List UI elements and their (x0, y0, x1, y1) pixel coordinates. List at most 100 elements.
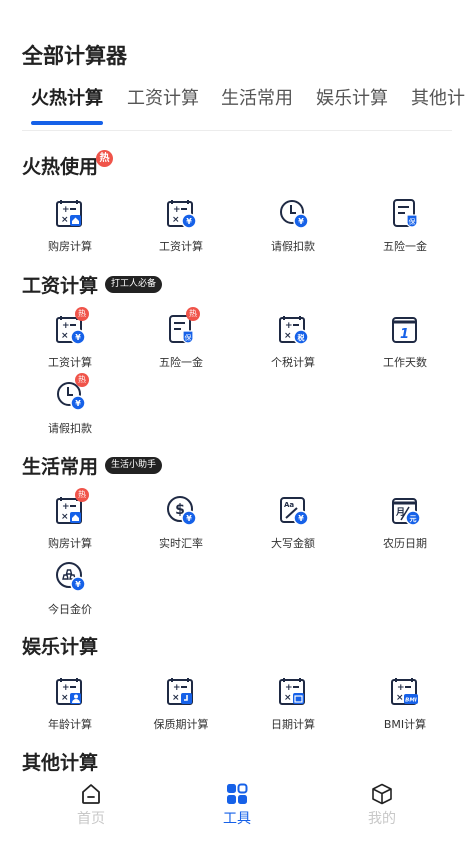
nav-mine[interactable]: 我的 (332, 782, 432, 828)
tool-item[interactable]: + × 热购房计算 (20, 488, 120, 558)
tab-entertainment[interactable]: 娱乐计算 (316, 84, 388, 110)
age-calculator-icon: +× (56, 678, 82, 705)
tool-item[interactable]: + × 购房计算 (20, 197, 120, 261)
nav-mine-label: 我的 (368, 811, 396, 827)
home-icon (82, 784, 100, 804)
insurance-doc-icon: 保 (393, 199, 418, 228)
svg-text:+: + (285, 321, 293, 331)
section-tag-badge: 打工人必备 (105, 276, 163, 293)
tool-item[interactable]: 保 热五险一金 (131, 307, 231, 377)
svg-text:元: 元 (410, 515, 417, 523)
svg-text:保: 保 (185, 333, 192, 342)
svg-text:+: + (397, 683, 405, 693)
svg-text:×: × (284, 693, 292, 703)
tool-label: 五险一金 (383, 240, 427, 253)
tool-label: 五险一金 (159, 356, 203, 369)
svg-text:×: × (61, 331, 69, 341)
tool-item[interactable]: 保五险一金 (355, 197, 455, 261)
svg-text:BMI: BMI (405, 698, 417, 704)
hot-dot-badge: 热 (75, 488, 89, 502)
tool-label: 大写金额 (271, 537, 315, 550)
nav-tools-label: 工具 (223, 811, 251, 827)
hot-dot-badge: 热 (75, 373, 89, 387)
tab-life[interactable]: 生活常用 (221, 84, 293, 110)
category-tabs: 火热计算 工资计算 生活常用 娱乐计算 其他计 (0, 84, 474, 114)
tool-label: 日期计算 (271, 718, 315, 731)
nav-home-label: 首页 (77, 811, 105, 827)
tool-item[interactable]: $ ¥ 实时汇率 (131, 494, 231, 558)
hot-dot-badge: 热 (186, 307, 200, 321)
svg-text:×: × (284, 331, 292, 341)
section-title: 生活常用 (22, 456, 99, 478)
tool-label: 工作天数 (383, 356, 427, 369)
svg-text:¥: ¥ (75, 399, 81, 408)
svg-text:¥: ¥ (75, 333, 81, 342)
tool-item[interactable]: ¥ 热请假扣款 (20, 373, 120, 443)
tool-label: 个税计算 (271, 356, 315, 369)
tool-item[interactable]: 1 工作天数 (355, 313, 455, 377)
date-calculator-icon: +× (279, 678, 305, 705)
bmi-calculator-icon: +× BMI (391, 678, 418, 705)
svg-text:×: × (172, 693, 180, 703)
svg-text:税: 税 (298, 333, 305, 342)
clock-yuan-icon: ¥ (280, 200, 309, 229)
tool-item[interactable]: + × ¥ 工资计算 (131, 197, 231, 261)
hot-dot-badge: 热 (75, 307, 89, 321)
tool-label: 实时汇率 (159, 537, 203, 550)
tool-label: 购房计算 (48, 537, 92, 550)
tool-label: 农历日期 (383, 537, 427, 550)
tool-item[interactable]: ¥ 请假扣款 (243, 197, 343, 261)
tool-item[interactable]: + × BMI BMI计算 (355, 675, 455, 739)
tool-item[interactable]: Aa ¥ 大写金额 (243, 494, 343, 558)
section-title: 工资计算 (22, 275, 99, 297)
svg-text:+: + (62, 502, 70, 512)
bottom-navigation: 首页 工具 我的 (0, 772, 474, 844)
nav-home[interactable]: 首页 (41, 782, 141, 828)
svg-text:+: + (173, 683, 181, 693)
svg-text:¥: ¥ (298, 217, 304, 226)
tool-label: 请假扣款 (271, 240, 315, 253)
tabs-divider (22, 130, 452, 131)
tool-item[interactable]: ¥ 今日金价 (20, 560, 120, 624)
tool-label: 请假扣款 (48, 422, 92, 435)
tool-item[interactable]: + × 保质期计算 (131, 675, 231, 739)
tool-item[interactable]: + × ¥ 热工资计算 (20, 307, 120, 377)
tab-other[interactable]: 其他计 (411, 84, 465, 110)
calendar-one-icon: 1 (392, 317, 417, 343)
svg-text:×: × (61, 215, 69, 225)
lunar-calendar-icon: 月元 (392, 498, 421, 526)
yuan-calculator-icon: +× ¥ (167, 200, 197, 229)
section-title: 其他计算 (22, 752, 99, 774)
tool-label: 工资计算 (48, 356, 92, 369)
tab-hot[interactable]: 火热计算 (31, 84, 103, 110)
nav-tools[interactable]: 工具 (187, 782, 287, 828)
svg-text:保: 保 (409, 217, 416, 226)
svg-text:+: + (62, 205, 70, 215)
tool-label: 今日金价 (48, 603, 92, 616)
uppercase-amount-icon: Aa ¥ (280, 497, 309, 526)
svg-text:¥: ¥ (75, 580, 81, 589)
tab-salary[interactable]: 工资计算 (127, 84, 199, 110)
section-tag-badge: 生活小助手 (105, 457, 163, 474)
svg-text:¥: ¥ (298, 514, 304, 523)
hot-badge: 热 (96, 150, 113, 167)
tool-label: BMI计算 (383, 718, 427, 731)
tool-item[interactable]: + × 年龄计算 (20, 675, 120, 739)
tool-label: 购房计算 (48, 240, 92, 253)
gold-price-icon: ¥ (56, 562, 86, 592)
svg-text:¥: ¥ (186, 217, 192, 226)
tools-grid-icon (227, 783, 248, 804)
svg-text:×: × (172, 215, 180, 225)
tool-item[interactable]: 月元农历日期 (355, 494, 455, 558)
tool-label: 年龄计算 (48, 718, 92, 731)
section-title: 娱乐计算 (22, 636, 99, 658)
svg-text:+: + (62, 321, 70, 331)
tax-calculator-icon: +× 税 (279, 316, 309, 345)
svg-text:×: × (396, 693, 404, 703)
svg-text:+: + (285, 683, 293, 693)
shelf-life-calculator-icon: +× (167, 678, 193, 705)
tool-item[interactable]: + × 税个税计算 (243, 313, 343, 377)
svg-text:+: + (62, 683, 70, 693)
tool-item[interactable]: + × 日期计算 (243, 675, 343, 739)
svg-text:1: 1 (400, 327, 409, 342)
